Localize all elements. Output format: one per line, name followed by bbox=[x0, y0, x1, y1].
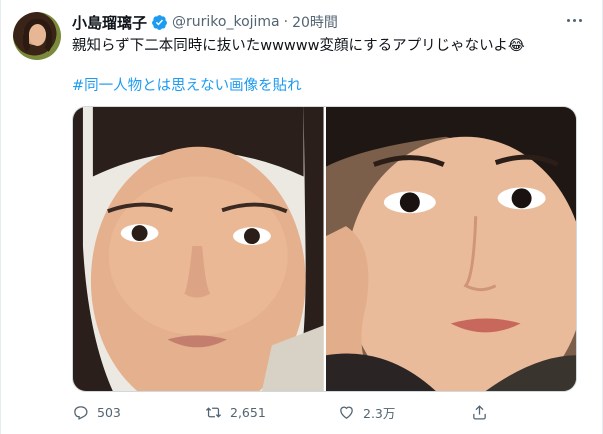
retweet-button[interactable]: 2,651 bbox=[205, 404, 338, 421]
avatar[interactable] bbox=[13, 12, 61, 60]
like-count: 2.3万 bbox=[363, 405, 396, 421]
display-name[interactable]: 小島瑠璃子 bbox=[72, 12, 147, 33]
verified-badge-icon bbox=[152, 14, 167, 30]
photo-right[interactable] bbox=[325, 107, 576, 391]
photo-right-illustration bbox=[325, 107, 576, 391]
reply-button[interactable]: 503 bbox=[72, 404, 205, 421]
media-grid bbox=[72, 106, 577, 392]
share-button[interactable] bbox=[471, 404, 511, 421]
photo-left-illustration bbox=[73, 107, 324, 391]
retweet-icon bbox=[205, 406, 222, 418]
tweet-text: 親知らず下二本同時に抜いたwwwww変顔にするアプリじゃないよ😂 bbox=[72, 38, 525, 54]
tweet-timestamp[interactable]: 20時間 bbox=[292, 12, 338, 32]
tweet-actions: 503 2,651 2.3万 bbox=[72, 400, 512, 424]
retweet-count: 2,651 bbox=[230, 404, 266, 420]
user-handle[interactable]: @ruriko_kojima bbox=[172, 14, 280, 30]
reply-icon bbox=[74, 405, 88, 420]
share-icon bbox=[473, 404, 486, 420]
tweet-card[interactable]: 小島瑠璃子 @ruriko_kojima · 20時間 親知らず下二本同時に抜い… bbox=[0, 0, 603, 434]
tweet-header: 小島瑠璃子 @ruriko_kojima · 20時間 bbox=[72, 12, 338, 32]
reply-count: 503 bbox=[97, 404, 121, 420]
avatar-face bbox=[29, 24, 46, 46]
more-icon[interactable] bbox=[561, 10, 587, 30]
hashtag-link[interactable]: #同一人物とは思えない画像を貼れ bbox=[72, 76, 302, 96]
heart-icon bbox=[340, 406, 353, 419]
separator-dot: · bbox=[283, 14, 289, 30]
photo-left[interactable] bbox=[73, 107, 324, 391]
like-button[interactable]: 2.3万 bbox=[338, 403, 471, 422]
